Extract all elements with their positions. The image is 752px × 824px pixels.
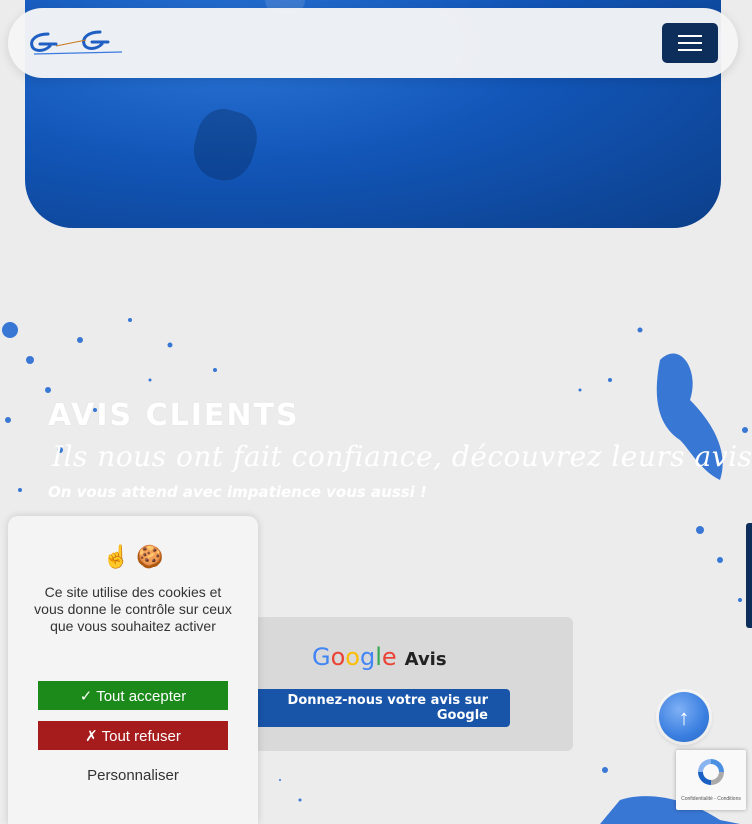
scroll-to-top-button[interactable]: ↑ bbox=[659, 692, 709, 742]
section-script-heading: Ils nous ont fait confiance, découvrez l… bbox=[52, 440, 752, 473]
avis-label: Avis bbox=[404, 649, 447, 670]
cookie-icon: ☝ 🍪 bbox=[102, 544, 164, 569]
recaptcha-badge[interactable]: Confidentialité - Conditions bbox=[676, 750, 746, 810]
cookie-message: Ce site utilise des cookies et vous donn… bbox=[34, 584, 232, 634]
google-letter: l bbox=[375, 643, 382, 671]
arrow-up-icon: ↑ bbox=[678, 705, 690, 730]
hero-decoration bbox=[186, 103, 264, 187]
google-letter: o bbox=[345, 643, 360, 671]
section-subtitle: On vous attend avec impatience vous auss… bbox=[48, 483, 427, 501]
menu-icon bbox=[678, 49, 702, 51]
google-logo: Google Avis bbox=[312, 643, 447, 673]
google-review-button[interactable]: Donnez-nous votre avis sur Google bbox=[240, 689, 510, 727]
google-letter: e bbox=[381, 643, 397, 671]
cookie-consent-panel: ☝ 🍪 Ce site utilise des cookies et vous … bbox=[8, 516, 258, 824]
menu-button[interactable] bbox=[662, 23, 718, 63]
recaptcha-icon bbox=[698, 759, 724, 785]
recaptcha-links[interactable]: Confidentialité - Conditions bbox=[676, 796, 746, 802]
side-tab[interactable] bbox=[746, 523, 752, 628]
menu-icon bbox=[678, 42, 702, 44]
site-logo[interactable] bbox=[26, 26, 126, 62]
google-letter: o bbox=[330, 643, 346, 671]
customize-button[interactable]: Personnaliser bbox=[38, 764, 228, 786]
google-review-card: Google Avis Donnez-nous votre avis sur G… bbox=[210, 617, 573, 751]
refuse-all-button[interactable]: ✗ Tout refuser bbox=[38, 721, 228, 750]
site-header bbox=[8, 8, 738, 78]
google-letter: g bbox=[359, 643, 376, 671]
section-title: AVIS CLIENTS bbox=[48, 398, 300, 433]
menu-icon bbox=[678, 35, 702, 37]
google-letter: G bbox=[312, 643, 331, 671]
accept-all-button[interactable]: ✓ Tout accepter bbox=[38, 681, 228, 710]
